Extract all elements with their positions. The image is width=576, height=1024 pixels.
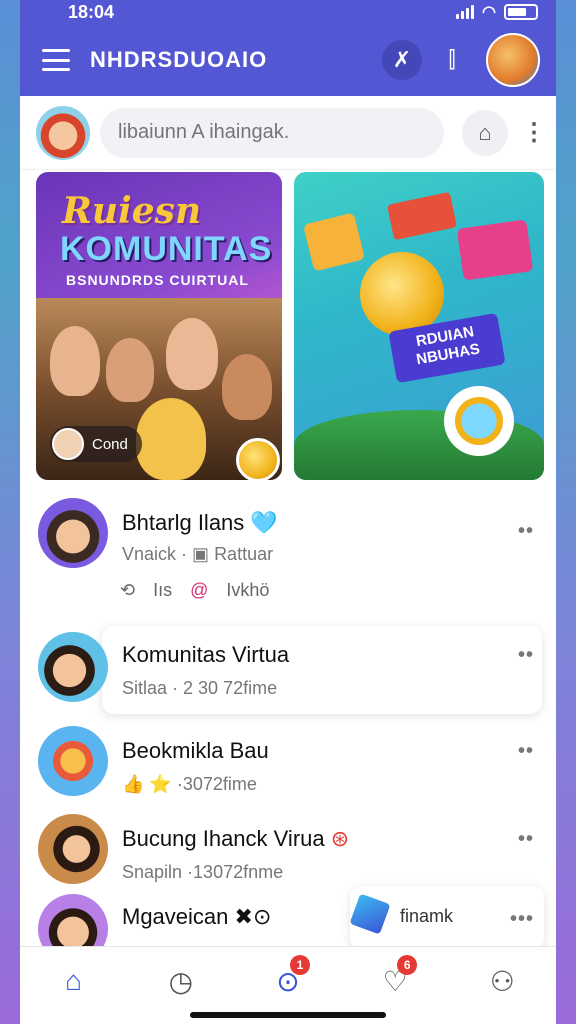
photo-person bbox=[136, 398, 206, 480]
highlight-card[interactable] bbox=[102, 626, 542, 714]
notification-badge: 1 bbox=[289, 955, 310, 975]
banner-script-title: Ruiesn bbox=[62, 190, 202, 232]
reaction-icon[interactable]: @ bbox=[190, 580, 208, 601]
badge-icon: ⊛ bbox=[330, 826, 350, 851]
composer-row: ⌂ ⋮ bbox=[20, 96, 556, 170]
item-meta: Snapiln ·13072fnme bbox=[122, 862, 284, 882]
action-count: Iıs bbox=[153, 580, 173, 600]
banner-carousel: Ruiesn KOMUNITAS BSNUNDRDS CUIRTUAL Cond… bbox=[36, 172, 544, 480]
promo-label: finamk bbox=[400, 906, 454, 926]
photo-person bbox=[50, 326, 100, 396]
tag-avatar bbox=[52, 428, 84, 460]
item-meta: Vnaick · ▣ Rattuar bbox=[122, 544, 274, 564]
more-options-icon[interactable]: •• bbox=[518, 644, 534, 667]
banner-user-tag[interactable]: Cond bbox=[50, 426, 142, 462]
action-count: Ivkhö bbox=[226, 580, 270, 600]
tab-explore[interactable]: ◷ bbox=[157, 961, 205, 1001]
more-options-icon[interactable]: ⋮ bbox=[522, 118, 546, 147]
compass-icon: ◷ bbox=[168, 965, 193, 997]
status-icons: ◠ bbox=[456, 2, 538, 22]
menu-icon[interactable] bbox=[42, 49, 70, 71]
avatar[interactable] bbox=[38, 632, 108, 702]
signal-icon bbox=[456, 5, 475, 19]
reward-box-icon bbox=[302, 212, 366, 272]
tab-profile[interactable]: ⚇ bbox=[478, 961, 526, 1001]
phone-screen: 18:04 ◠ NHDRSDUOAIO ✗ ⫿ ⌂ ⋮ Ruiesn KOMUN… bbox=[20, 0, 556, 1024]
profile-avatar[interactable] bbox=[486, 33, 540, 87]
more-options-icon[interactable]: •• bbox=[518, 520, 534, 543]
avatar[interactable] bbox=[38, 814, 108, 884]
tab-notifications[interactable]: ♡ 6 bbox=[371, 955, 419, 1001]
item-meta: 👍 ⭐ ·3072fime bbox=[122, 774, 257, 794]
coin-icon bbox=[236, 438, 280, 480]
banner-subtitle: BSNUNDRDS CUIRTUAL bbox=[66, 272, 249, 288]
more-options-icon[interactable]: •• bbox=[518, 740, 534, 763]
banner-komunitas[interactable]: Ruiesn KOMUNITAS BSNUNDRDS CUIRTUAL Cond bbox=[36, 172, 282, 480]
user-avatar[interactable] bbox=[36, 105, 90, 160]
item-title: Mgaveican ✖⊙ bbox=[122, 904, 272, 929]
app-title: NHDRSDUOAIO bbox=[90, 47, 268, 72]
share-icon[interactable]: ⟲ bbox=[120, 580, 135, 601]
tab-home[interactable]: ⌂ bbox=[50, 961, 98, 1001]
home-indicator bbox=[190, 1012, 386, 1018]
item-title: Beokmikla Bau bbox=[122, 738, 269, 763]
tab-search[interactable]: ⊙ 1 bbox=[264, 955, 312, 1001]
item-title: Bhtarlg Ilans 🩵 bbox=[122, 510, 278, 535]
crossed-icon[interactable]: ✗ bbox=[382, 40, 422, 80]
home-icon: ⌂ bbox=[65, 965, 83, 996]
more-options-icon[interactable]: •• bbox=[518, 828, 534, 851]
wifi-icon: ◠ bbox=[482, 4, 496, 21]
avatar[interactable] bbox=[38, 498, 108, 568]
avatar[interactable] bbox=[38, 726, 108, 796]
heart-emoji: 🩵 bbox=[250, 510, 278, 535]
notification-badge: 6 bbox=[397, 955, 418, 975]
search-field[interactable] bbox=[100, 107, 444, 158]
photo-person bbox=[106, 338, 154, 402]
item-title: Komunitas Virtua bbox=[122, 642, 290, 667]
more-options-icon[interactable]: ••• bbox=[510, 908, 534, 931]
group-icon: ▣ bbox=[192, 544, 210, 564]
item-meta: Sitlaa · 2 30 72fime bbox=[122, 678, 278, 698]
banner-title: KOMUNITAS bbox=[60, 230, 273, 268]
item-actions: ⟲ Iıs @ Ivkhö bbox=[120, 580, 269, 601]
banner-rewards[interactable]: RDUIAN NBUHAS bbox=[294, 172, 544, 480]
tag-label: Cond bbox=[92, 435, 128, 453]
status-bar: 18:04 ◠ bbox=[20, 0, 556, 24]
status-time: 18:04 bbox=[68, 1, 115, 22]
person-icon: ⚇ bbox=[489, 965, 515, 997]
photo-person bbox=[166, 318, 218, 390]
ticket-icon bbox=[386, 191, 458, 241]
app-bar: NHDRSDUOAIO ✗ ⫿ bbox=[20, 24, 556, 96]
gift-box-icon bbox=[456, 219, 534, 281]
portal-illustration bbox=[444, 386, 514, 456]
battery-icon bbox=[504, 4, 538, 20]
camera-icon[interactable]: ⌂ bbox=[462, 109, 508, 156]
photo-person bbox=[222, 354, 272, 420]
bars-icon[interactable]: ⫿ bbox=[432, 40, 472, 80]
search-input[interactable] bbox=[118, 121, 426, 144]
item-title: Bucung Ihanck Virua ⊛ bbox=[122, 826, 350, 851]
